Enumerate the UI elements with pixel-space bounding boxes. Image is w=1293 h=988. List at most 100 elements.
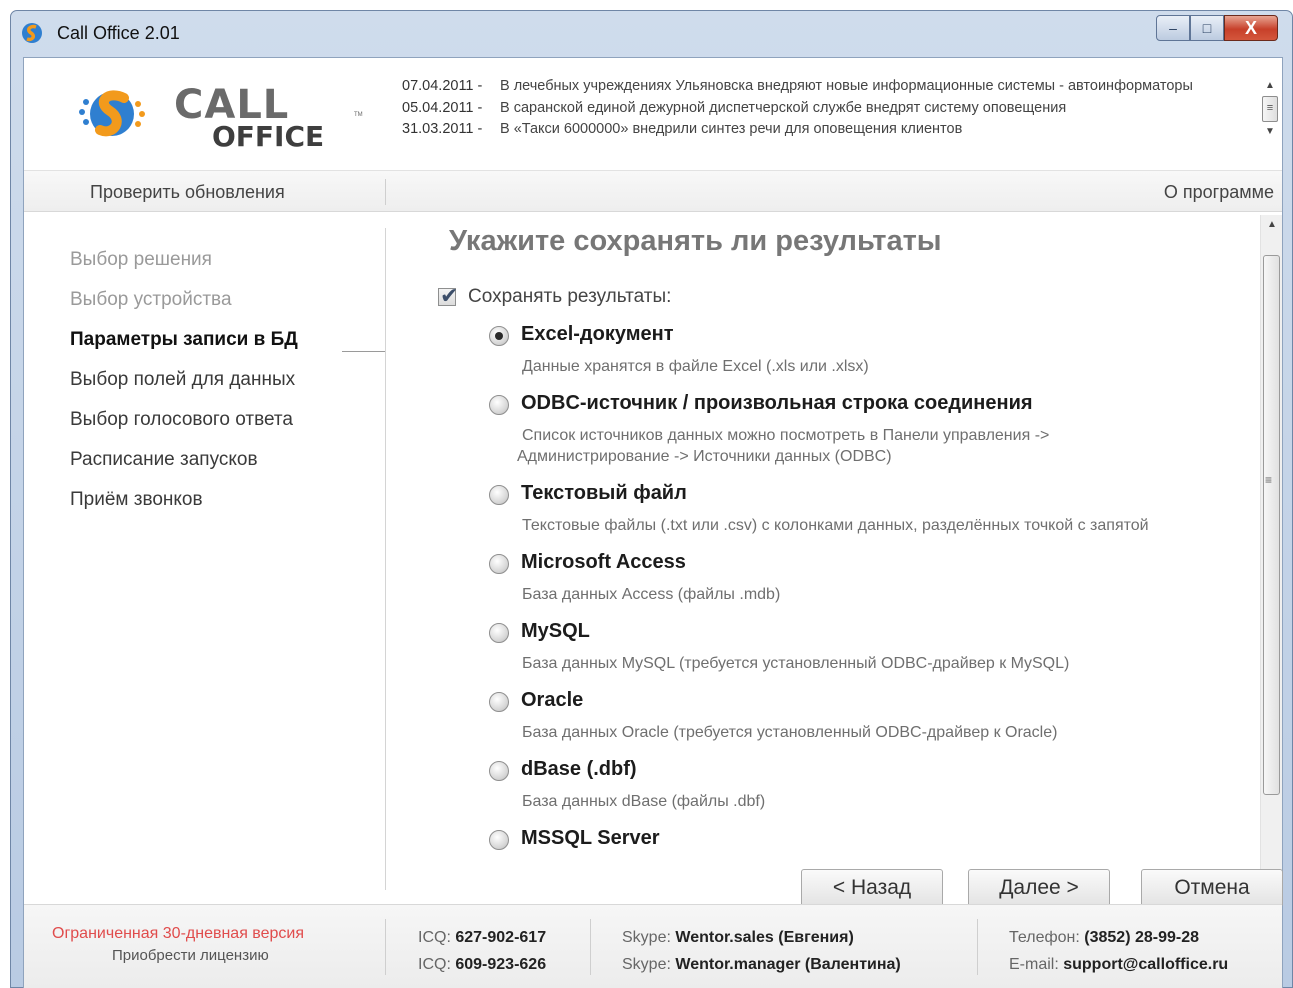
scroll-grip-icon: ≡ xyxy=(1265,473,1273,487)
option-description-line: База данных Access (файлы .mdb) xyxy=(522,586,781,603)
option-description: База данных dBase (файлы .dbf) xyxy=(522,791,765,812)
option-description-line: Текстовые файлы (.txt или .csv) с колонк… xyxy=(522,517,1149,534)
news-date: 05.04.2011 - xyxy=(402,99,483,116)
toolbar-divider xyxy=(385,179,386,205)
save-results-checkbox-row[interactable]: ✔ Сохранять результаты: xyxy=(438,283,671,308)
option-title[interactable]: MSSQL Server xyxy=(521,827,660,850)
step-voice-response[interactable]: Выбор голосового ответа xyxy=(70,409,293,431)
logo-tm-text: TM xyxy=(354,112,363,118)
client-area: CALL OFFICE TM 07.04.2011 - В лечебных у… xyxy=(23,57,1283,988)
step-receive-calls[interactable]: Приём звонков xyxy=(70,489,203,511)
phone-label: Телефон: xyxy=(1009,929,1080,946)
option-description: База данных Oracle (требуется установлен… xyxy=(522,722,1057,743)
radio-button[interactable] xyxy=(489,485,509,505)
option-description: Список источников данных можно посмотрет… xyxy=(517,425,1050,467)
news-item[interactable]: 31.03.2011 - В «Такси 6000000» внедрили … xyxy=(402,119,1242,141)
maximize-button[interactable]: □ xyxy=(1190,15,1224,41)
call-office-logo: CALL OFFICE TM xyxy=(72,76,363,156)
buy-license-link[interactable]: Приобрести лицензию xyxy=(112,947,269,964)
cancel-button[interactable]: Отмена xyxy=(1141,869,1283,907)
option-title[interactable]: MySQL xyxy=(521,620,590,643)
window-title: Call Office 2.01 xyxy=(57,23,180,43)
option-title[interactable]: dBase (.dbf) xyxy=(521,758,637,781)
icq-label: ICQ: xyxy=(418,956,451,973)
step-data-fields[interactable]: Выбор полей для данных xyxy=(70,369,295,391)
footer-divider xyxy=(590,919,591,975)
trial-version-label: Ограниченная 30-дневная версия xyxy=(52,925,305,942)
page-title: Укажите сохранять ли результаты xyxy=(449,225,942,257)
option-title[interactable]: ODBC-источник / произвольная строка соед… xyxy=(521,392,1033,415)
radio-button[interactable] xyxy=(489,830,509,850)
option-title[interactable]: Microsoft Access xyxy=(521,551,686,574)
header: CALL OFFICE TM 07.04.2011 - В лечебных у… xyxy=(24,58,1282,170)
about-link[interactable]: О программе xyxy=(1164,182,1274,203)
icq-number: 627-902-617 xyxy=(455,929,547,946)
radio-button[interactable] xyxy=(489,692,509,712)
icq-label: ICQ: xyxy=(418,929,451,946)
phone-number: (3852) 28-99-28 xyxy=(1084,929,1200,946)
news-item[interactable]: 05.04.2011 - В саранской единой дежурной… xyxy=(402,98,1242,120)
news-text[interactable]: В «Такси 6000000» внедрили синтез речи д… xyxy=(500,119,1242,141)
icq-contact: ICQ: 609-923-626 xyxy=(418,956,546,974)
skype-name: Wentor.manager (Валентина) xyxy=(675,956,901,973)
radio-button[interactable] xyxy=(489,554,509,574)
option-description: База данных Access (файлы .mdb) xyxy=(522,584,780,605)
save-results-checkbox[interactable]: ✔ xyxy=(438,283,458,308)
logo-mark-icon xyxy=(79,90,145,137)
scroll-thumb[interactable] xyxy=(1263,255,1280,795)
active-step-indicator xyxy=(342,351,385,352)
footer-divider xyxy=(977,919,978,975)
logo-office-text: OFFICE xyxy=(212,120,325,153)
scroll-thumb[interactable]: ≡ xyxy=(1262,96,1278,122)
option-title[interactable]: Excel-документ xyxy=(521,323,674,346)
radio-button[interactable] xyxy=(489,761,509,781)
radio-button[interactable] xyxy=(489,395,509,415)
phone-contact: Телефон: (3852) 28-99-28 xyxy=(1009,929,1199,947)
back-button[interactable]: < Назад xyxy=(801,869,943,907)
skype-contact: Skype: Wentor.sales (Евгения) xyxy=(622,929,854,947)
option-title[interactable]: Oracle xyxy=(521,689,583,712)
option-description-line: Администрирование -> Источники данных (O… xyxy=(517,448,892,465)
content-scrollbar[interactable]: ▲ ≡ ▼ xyxy=(1260,215,1282,901)
save-results-label[interactable]: Сохранять результаты: xyxy=(468,286,671,308)
close-button[interactable]: X xyxy=(1224,15,1278,41)
scroll-down-icon[interactable]: ▼ xyxy=(1260,124,1280,140)
radio-button[interactable] xyxy=(489,326,509,346)
news-date: 31.03.2011 - xyxy=(402,121,483,137)
check-updates-link[interactable]: Проверить обновления xyxy=(90,182,285,203)
email-address[interactable]: support@calloffice.ru xyxy=(1063,956,1228,973)
checkmark-icon: ✔ xyxy=(440,283,459,308)
news-scrollbar[interactable]: ▲ ≡ ▼ xyxy=(1260,78,1280,158)
news-feed: 07.04.2011 - В лечебных учреждениях Улья… xyxy=(402,76,1242,141)
minimize-button[interactable]: – xyxy=(1156,15,1190,41)
scroll-up-icon[interactable]: ▲ xyxy=(1261,215,1283,235)
footer: Ограниченная 30-дневная версия Приобрест… xyxy=(24,904,1282,988)
option-description: Данные хранятся в файле Excel (.xls или … xyxy=(522,356,869,377)
minimize-icon: – xyxy=(1169,20,1177,36)
window-controls: – □ X xyxy=(1156,15,1278,41)
scroll-up-icon[interactable]: ▲ xyxy=(1260,78,1280,94)
skype-contact: Skype: Wentor.manager (Валентина) xyxy=(622,956,901,974)
next-button[interactable]: Далее > xyxy=(968,869,1110,907)
close-icon: X xyxy=(1244,17,1257,38)
icq-contact: ICQ: 627-902-617 xyxy=(418,929,546,947)
app-logo-icon xyxy=(22,23,42,43)
news-item[interactable]: 07.04.2011 - В лечебных учреждениях Улья… xyxy=(402,76,1242,98)
option-title[interactable]: Текстовый файл xyxy=(521,482,687,505)
step-device[interactable]: Выбор устройства xyxy=(70,289,232,311)
option-description-line: Список источников данных можно посмотрет… xyxy=(522,427,1050,444)
email-contact: E-mail: support@calloffice.ru xyxy=(1009,956,1228,974)
news-date: 07.04.2011 - xyxy=(402,78,483,94)
option-description-line: База данных dBase (файлы .dbf) xyxy=(522,793,766,810)
radio-button[interactable] xyxy=(489,623,509,643)
step-schedule[interactable]: Расписание запусков xyxy=(70,449,258,471)
title-bar[interactable]: Call Office 2.01 – □ X xyxy=(11,11,1292,55)
skype-label: Skype: xyxy=(622,929,671,946)
maximize-icon: □ xyxy=(1202,20,1212,36)
icq-number: 609-923-626 xyxy=(455,956,547,973)
option-description-line: База данных MySQL (требуется установленн… xyxy=(522,655,1070,672)
news-text[interactable]: В саранской единой дежурной диспетчерско… xyxy=(500,98,1242,120)
step-db-params[interactable]: Параметры записи в БД xyxy=(70,329,298,351)
news-text[interactable]: В лечебных учреждениях Ульяновска внедря… xyxy=(500,76,1242,98)
step-solution[interactable]: Выбор решения xyxy=(70,249,212,271)
